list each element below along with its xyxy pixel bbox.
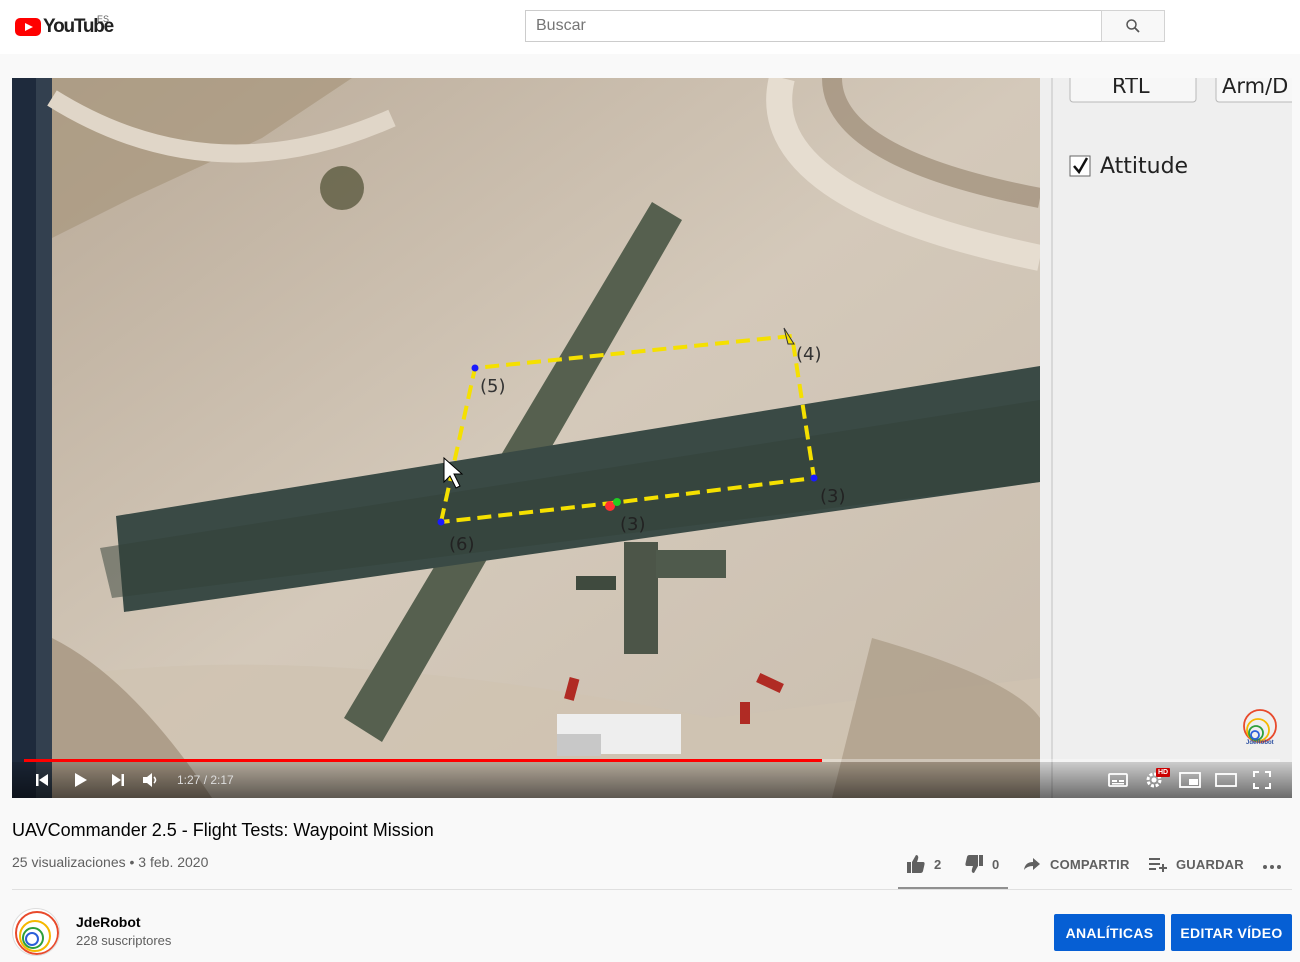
more-actions-button[interactable] (1262, 852, 1282, 876)
theater-icon (1215, 773, 1237, 787)
miniplayer-icon (1179, 772, 1201, 788)
waypoint-label: (3) (620, 514, 646, 535)
top-bar: YouTube ES (0, 0, 1300, 54)
previous-button[interactable] (28, 766, 56, 794)
more-horizontal-icon (1263, 865, 1281, 869)
youtube-play-icon (15, 18, 41, 36)
thumbs-up-icon (907, 855, 925, 873)
arm-button-label: Arm/D (1222, 78, 1289, 98)
play-button[interactable] (66, 766, 94, 794)
next-icon (112, 774, 124, 786)
search-button[interactable] (1101, 10, 1165, 42)
video-player[interactable]: RTL Arm/D Attitude (4) (5) (3) (3) (6) J… (12, 78, 1292, 798)
like-count: 2 (934, 856, 942, 872)
waypoint-label: (4) (796, 344, 822, 365)
time-display: 1:27 / 2:17 (177, 773, 234, 787)
analytics-button[interactable]: ANALÍTICAS (1054, 914, 1165, 951)
rtl-button-label: RTL (1112, 78, 1150, 98)
subtitles-button[interactable] (1104, 766, 1132, 794)
volume-icon (143, 773, 157, 787)
fullscreen-button[interactable] (1248, 766, 1276, 794)
search-icon (1126, 19, 1140, 33)
next-button[interactable] (104, 766, 132, 794)
search-input[interactable] (525, 10, 1101, 42)
hd-badge: HD (1156, 768, 1171, 777)
waypoint-label: (3) (820, 486, 846, 507)
dislike-count: 0 (992, 856, 1000, 872)
divider (12, 889, 1292, 890)
video-meta: 25 visualizaciones • 3 feb. 2020 (12, 854, 209, 870)
region-code: ES (97, 14, 110, 24)
dislike-button[interactable]: 0 (964, 852, 999, 876)
add-to-playlist-icon (1149, 858, 1167, 872)
watermark-text: JdeRobot (1246, 740, 1274, 746)
waypoint-label: (6) (449, 534, 475, 555)
miniplayer-button[interactable] (1176, 766, 1204, 794)
settings-button[interactable]: HD (1140, 766, 1171, 794)
video-title: UAVCommander 2.5 - Flight Tests: Waypoin… (12, 820, 434, 840)
subscriber-count: 228 suscriptores (76, 933, 172, 948)
video-frame (12, 78, 1292, 798)
channel-avatar[interactable] (12, 908, 60, 956)
like-button[interactable]: 2 (906, 852, 941, 876)
save-button[interactable]: GUARDAR (1148, 852, 1244, 876)
play-icon (75, 773, 87, 787)
thumbs-down-icon (965, 855, 983, 873)
player-controls: 1:27 / 2:17 HD (12, 762, 1292, 798)
subtitles-icon (1108, 773, 1128, 787)
channel-name[interactable]: JdeRobot (76, 914, 141, 930)
waypoint-label: (5) (480, 376, 506, 397)
theater-mode-button[interactable] (1212, 766, 1240, 794)
save-label: GUARDAR (1176, 856, 1244, 872)
share-button[interactable]: COMPARTIR (1022, 852, 1130, 876)
share-icon (1024, 858, 1040, 870)
attitude-label: Attitude (1100, 154, 1189, 179)
edit-video-button[interactable]: EDITAR VÍDEO (1171, 914, 1292, 951)
share-label: COMPARTIR (1050, 856, 1130, 872)
fullscreen-icon (1253, 771, 1271, 789)
volume-button[interactable] (137, 766, 165, 794)
previous-icon (36, 774, 48, 786)
jderobot-logo-icon (15, 911, 59, 955)
search-bar (525, 10, 1165, 42)
